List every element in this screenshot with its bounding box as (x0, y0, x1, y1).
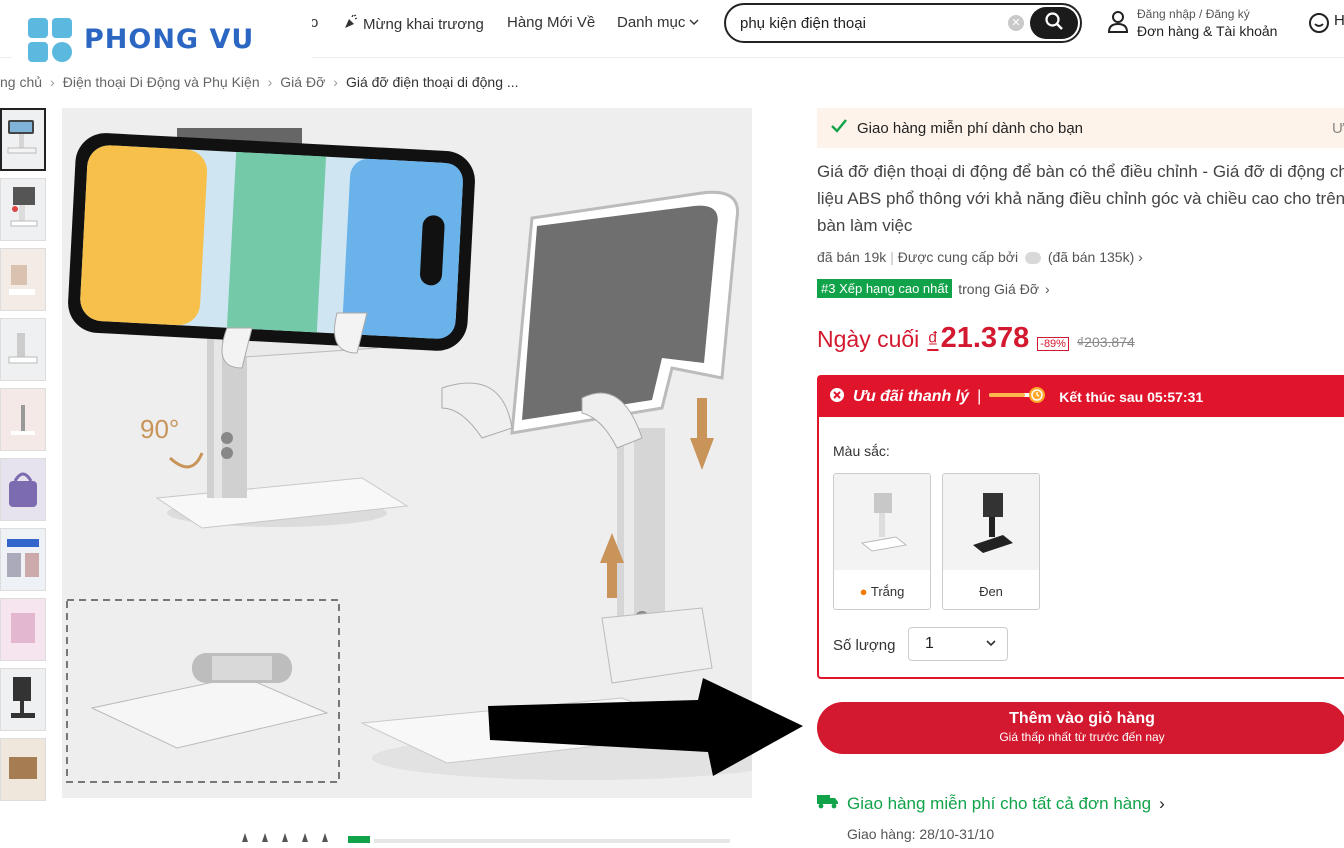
search-button[interactable] (1030, 7, 1078, 39)
search-bar: ✕ (724, 3, 1082, 43)
hot-flame-icon: ● (859, 584, 868, 599)
thumbnail-3[interactable] (0, 248, 46, 311)
breadcrumb-current: Giá đỡ điện thoại di động ... (345, 74, 519, 90)
search-icon (1044, 11, 1064, 36)
free-shipping-banner[interactable]: Giao hàng miễn phí dành cho bạn Ư (817, 108, 1344, 148)
deal-countdown: Kết thúc sau 05:57:31 (1059, 389, 1204, 405)
clearance-deal-box: Ưu đãi thanh lý | Kết thúc sau 05:57:31 … (817, 375, 1344, 679)
breadcrumb-separator: › (50, 74, 55, 90)
thumbnail-9[interactable] (0, 668, 46, 731)
breadcrumb-stands[interactable]: Giá Đỡ (280, 74, 325, 90)
account-orders-label: Đơn hàng & Tài khoản (1137, 23, 1278, 39)
clear-search-icon[interactable]: ✕ (1008, 15, 1024, 31)
currency-symbol: ₫ (927, 327, 939, 352)
quantity-select[interactable]: 1 (908, 627, 1008, 661)
account-menu[interactable]: Đăng nhập / Đăng ký Đơn hàng & Tài khoản (1107, 6, 1277, 40)
thumbnail-8[interactable] (0, 598, 46, 661)
breadcrumb-separator: › (267, 74, 273, 90)
account-login-label: Đăng nhập / Đăng ký (1137, 7, 1250, 21)
rating-stars (30, 830, 730, 843)
chevron-right-icon: › (1159, 793, 1165, 813)
support-icon (1308, 12, 1330, 38)
add-to-cart-button[interactable]: Thêm vào giỏ hàng Giá thấp nhất từ trước… (817, 702, 1344, 754)
search-input[interactable] (740, 13, 1010, 33)
user-icon (1107, 10, 1129, 40)
chevron-down-icon (985, 628, 997, 672)
product-title: Giá đỡ điện thoại di động để bàn có thể … (817, 162, 1344, 235)
product-meta: đã bán 19k | Được cung cấp bởi (đã bán 1… (817, 249, 1143, 265)
discount-badge: -89% (1037, 337, 1069, 351)
breadcrumb-separator: › (333, 74, 338, 90)
timer-progress-icon (989, 385, 1051, 410)
sold-count: đã bán 19k (817, 249, 887, 265)
nav-item-categories[interactable]: Danh mục (617, 14, 699, 31)
rotation-angle-label: 90° (140, 414, 179, 444)
rank-context: trong Giá Đỡ (958, 280, 1040, 297)
seller-logo-icon (1024, 252, 1041, 265)
party-popper-icon (343, 14, 359, 34)
logo-mark-icon (28, 18, 74, 64)
chevron-down-icon (689, 14, 699, 31)
color-option-white[interactable]: ● Trắng (833, 473, 931, 610)
deal-header: Ưu đãi thanh lý | Kết thúc sau 05:57:31 (819, 377, 1344, 417)
thumbnail-4[interactable] (0, 318, 46, 381)
deal-divider: | (977, 388, 982, 405)
free-shipping-all-link[interactable]: Giao hàng miễn phí cho tất cả đơn hàng › (817, 793, 1165, 814)
breadcrumb: ng chủ › Điện thoại Di Động và Phụ Kiện … (0, 74, 519, 90)
nav-item-grand-opening[interactable]: Mừng khai trương (343, 14, 484, 34)
original-price: ₫203.874 (1076, 334, 1135, 350)
price-row: Ngày cuối ₫ 21.378 -89% ₫203.874 (817, 322, 1135, 355)
price-label: Ngày cuối (817, 326, 920, 352)
deal-title: Ưu đãi thanh lý (853, 388, 970, 405)
brand-name: PHONG VU (84, 24, 255, 55)
nav-item-new-arrivals[interactable]: Hàng Mới Về (507, 14, 595, 31)
breadcrumb-home[interactable]: ng chủ (0, 74, 42, 90)
color-option-image (834, 474, 930, 570)
brand-logo[interactable]: PHONG VU (12, 6, 312, 72)
quantity-label: Số lượng (833, 637, 896, 654)
check-icon (831, 119, 847, 137)
meta-divider: | (890, 249, 898, 265)
provider-link[interactable]: Được cung cấp bởi (đã bán 135k) › (898, 249, 1143, 265)
thumbnail-5[interactable] (0, 388, 46, 451)
thumbnail-1[interactable] (0, 108, 46, 171)
color-option-black[interactable]: Đen (942, 473, 1040, 610)
current-price: 21.378 (940, 322, 1030, 354)
breadcrumb-phones[interactable]: Điện thoại Di Động và Phụ Kiện (63, 74, 260, 90)
thumbnail-strip (0, 108, 46, 808)
rank-badge: #3 Xếp hạng cao nhất (817, 279, 953, 298)
color-option-image (943, 474, 1039, 570)
truck-icon (817, 793, 839, 814)
clearance-icon (829, 387, 845, 408)
color-label: Màu sắc: (833, 443, 890, 459)
chevron-right-icon: › (1138, 249, 1143, 265)
thumbnail-7[interactable] (0, 528, 46, 591)
ranking-row[interactable]: #3 Xếp hạng cao nhất trong Giá Đỡ › (817, 279, 1050, 298)
help-menu[interactable]: H (1308, 12, 1344, 38)
chevron-right-icon: › (1045, 280, 1050, 297)
pointer-arrow-icon (488, 678, 803, 776)
thumbnail-10[interactable] (0, 738, 46, 801)
thumbnail-6[interactable] (0, 458, 46, 521)
thumbnail-2[interactable] (0, 178, 46, 241)
